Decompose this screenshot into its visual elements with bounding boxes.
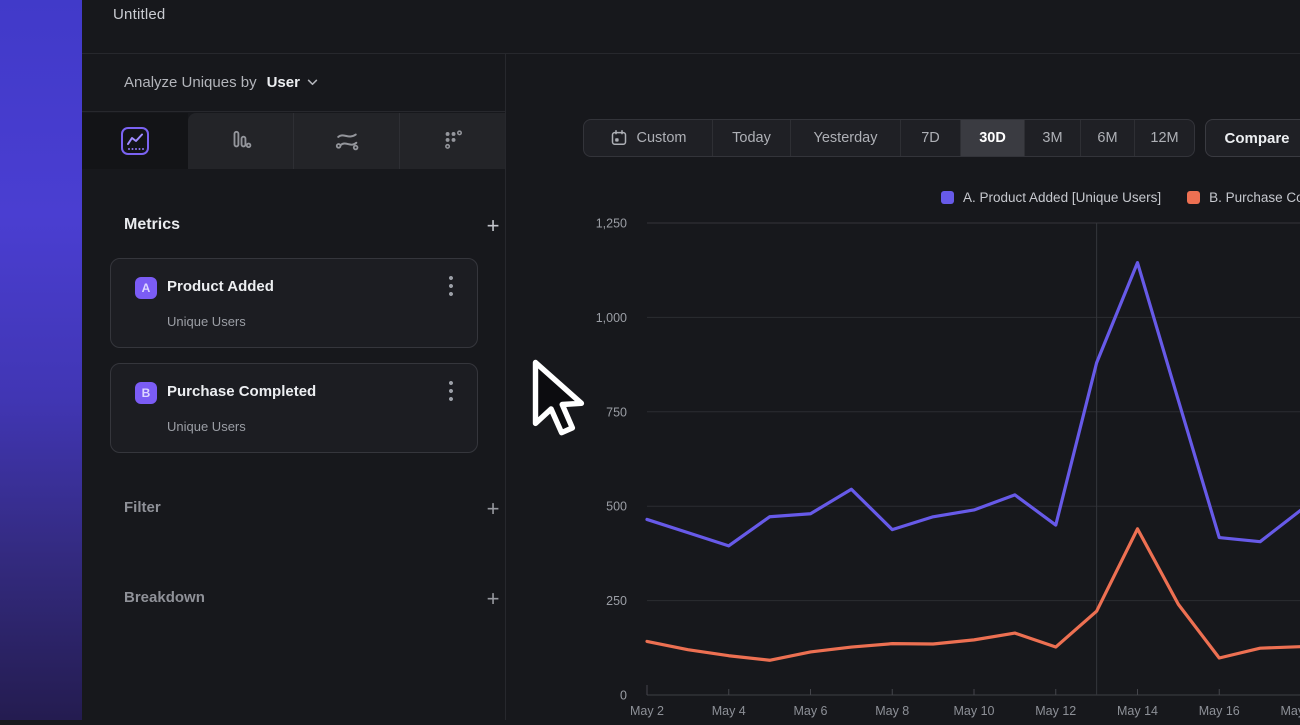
- range-button-7d[interactable]: 7D: [900, 120, 960, 156]
- line-chart: 0 250 500 750 1,000 1,250 May 2 May 4 May 6 May 8…: [560, 205, 1300, 720]
- report-title[interactable]: Untitled: [113, 6, 165, 23]
- y-axis-label: 250: [606, 594, 627, 608]
- top-bar: Untitled: [82, 0, 1300, 54]
- metrics-title: Metrics: [124, 216, 180, 233]
- compare-button[interactable]: Compare: [1205, 119, 1300, 157]
- chart-type-tabs: [82, 113, 505, 169]
- filter-header: Filter +: [124, 499, 464, 523]
- legend-label: A. Product Added [Unique Users]: [963, 190, 1161, 205]
- chart-legend: A. Product Added [Unique Users] B. Purcha…: [941, 190, 1300, 205]
- date-range-control: CustomTodayYesterday7D30D3M6M12M: [583, 119, 1195, 157]
- x-axis-label: May 10: [954, 704, 995, 718]
- legend-label: B. Purchase Completed [Unique Users]: [1209, 190, 1300, 205]
- chart-area: 0 250 500 750 1,000 1,250 May 2 May 4 May 6 May 8…: [560, 205, 1300, 720]
- decorative-gradient-strip: [0, 0, 82, 720]
- metric-badge-a: A: [135, 277, 157, 299]
- tab-flows-chart[interactable]: [293, 113, 399, 169]
- x-axis-label: May 8: [875, 704, 909, 718]
- analyze-value-dropdown[interactable]: User: [267, 74, 300, 91]
- range-button-yesterday[interactable]: Yesterday: [790, 120, 900, 156]
- legend-item[interactable]: A. Product Added [Unique Users]: [941, 190, 1161, 205]
- y-axis-label: 750: [606, 405, 627, 419]
- metric-measure[interactable]: Unique Users: [167, 419, 246, 434]
- x-axis-label: May 18: [1281, 704, 1300, 718]
- metric-options-kebab-icon[interactable]: •••: [441, 380, 461, 406]
- breakdown-header: Breakdown +: [124, 589, 464, 613]
- add-breakdown-button[interactable]: +: [482, 586, 504, 612]
- x-axis-label: May 16: [1199, 704, 1240, 718]
- bar-chart-icon: [228, 128, 254, 154]
- analyze-row: Analyze Uniques by User: [82, 54, 505, 112]
- metrics-header: Metrics +: [124, 216, 464, 240]
- y-axis-label: 0: [620, 689, 627, 703]
- metric-card-a[interactable]: A Product Added Unique Users •••: [110, 258, 478, 348]
- filter-title: Filter: [124, 499, 161, 516]
- legend-swatch: [941, 191, 954, 204]
- metric-measure[interactable]: Unique Users: [167, 314, 246, 329]
- line-chart-icon: [119, 125, 151, 157]
- y-axis-label: 1,000: [596, 311, 627, 325]
- chevron-down-icon[interactable]: [307, 79, 318, 86]
- x-axis-label: May 2: [630, 704, 664, 718]
- x-axis-label: May 14: [1117, 704, 1158, 718]
- breakdown-title: Breakdown: [124, 589, 205, 606]
- inactive-tabs-strip: [188, 113, 505, 169]
- range-button-today[interactable]: Today: [712, 120, 790, 156]
- x-axis-label: May 6: [793, 704, 827, 718]
- legend-swatch: [1187, 191, 1200, 204]
- series-line-b-purchase-completed-unique-users: [647, 529, 1300, 660]
- metric-card-b[interactable]: B Purchase Completed Unique Users •••: [110, 363, 478, 453]
- series-line-a-product-added-unique-users: [647, 263, 1300, 546]
- analyze-label: Analyze Uniques by: [124, 74, 257, 91]
- y-axis-label: 1,250: [596, 217, 627, 231]
- flows-icon: [333, 127, 361, 155]
- metric-name[interactable]: Product Added: [167, 278, 274, 295]
- y-axis-label: 500: [606, 500, 627, 514]
- scatter-dots-icon: [440, 128, 466, 154]
- tab-scatter-dots[interactable]: [399, 113, 505, 169]
- metric-name[interactable]: Purchase Completed: [167, 383, 316, 400]
- legend-item[interactable]: B. Purchase Completed [Unique Users]: [1187, 190, 1300, 205]
- tab-bar-chart[interactable]: [188, 113, 293, 169]
- range-button-custom[interactable]: Custom: [584, 120, 712, 156]
- range-button-30d[interactable]: 30D: [960, 120, 1024, 156]
- query-sidebar: Analyze Uniques by User: [82, 54, 506, 720]
- metric-options-kebab-icon[interactable]: •••: [441, 275, 461, 301]
- x-axis-label: May 12: [1035, 704, 1076, 718]
- range-button-12m[interactable]: 12M: [1134, 120, 1194, 156]
- calendar-icon: [610, 129, 628, 147]
- metric-badge-b: B: [135, 382, 157, 404]
- tab-line-chart[interactable]: [82, 113, 188, 169]
- add-metric-button[interactable]: +: [482, 213, 504, 239]
- range-button-6m[interactable]: 6M: [1080, 120, 1134, 156]
- add-filter-button[interactable]: +: [482, 496, 504, 522]
- range-button-3m[interactable]: 3M: [1024, 120, 1080, 156]
- x-axis-label: May 4: [712, 704, 746, 718]
